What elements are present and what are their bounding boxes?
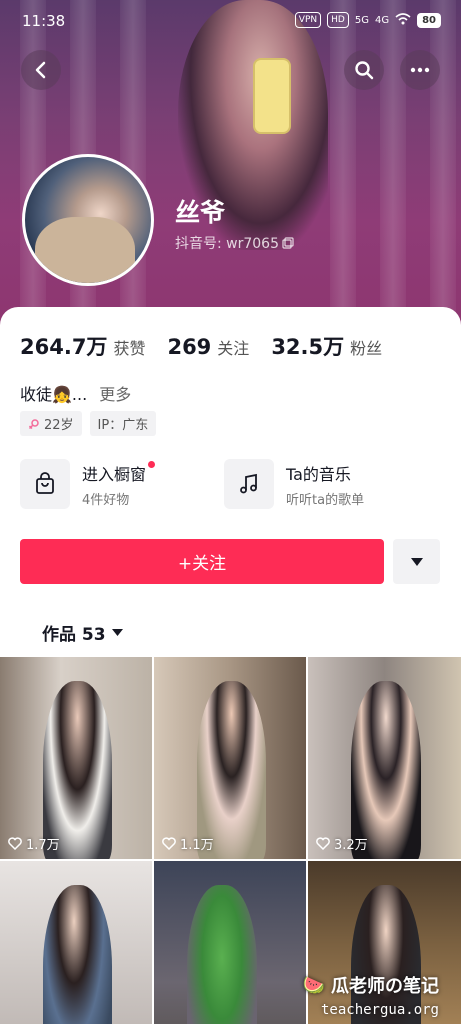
more-options-button[interactable] <box>400 50 440 90</box>
shopping-bag-icon <box>20 459 70 509</box>
follow-button[interactable]: +关注 <box>20 539 384 584</box>
battery-indicator: 80 <box>417 12 441 28</box>
douyin-id-text: 抖音号: wr7065 <box>175 236 280 252</box>
following-label: 关注 <box>217 339 250 358</box>
video-thumbnail[interactable] <box>154 861 306 1024</box>
video-thumbnail[interactable]: 3.2万 <box>308 657 461 859</box>
hd-badge: HD <box>327 12 349 28</box>
watermark: 🍉 瓜老师の笔记 <box>303 972 439 998</box>
vpn-badge: VPN <box>294 12 322 28</box>
signal-4g: 4G <box>374 14 390 26</box>
shop-window-shortcut[interactable]: 进入橱窗 4件好物 <box>20 459 190 509</box>
music-subtitle: 听听ta的歌单 <box>286 492 365 508</box>
profile-stats: 264.7万 获赞 269 关注 32.5万 粉丝 <box>20 331 404 361</box>
chevron-left-icon <box>35 61 46 79</box>
copy-icon <box>282 237 294 249</box>
douyin-id[interactable]: 抖音号: wr7065 <box>175 233 294 253</box>
video-figure <box>187 885 258 1024</box>
profile-tags: 22岁 IP：广东 <box>20 411 157 436</box>
background-curtain <box>430 0 456 340</box>
background-curtain <box>330 0 356 340</box>
video-thumbnail[interactable]: 1.1万 <box>154 657 306 859</box>
video-likes: 1.1万 <box>162 834 214 853</box>
video-thumbnail[interactable] <box>0 861 152 1024</box>
shop-window-title: 进入橱窗 <box>82 460 156 485</box>
followers-count[interactable]: 32.5万 <box>271 331 344 361</box>
cover-photo-phone <box>253 58 291 134</box>
status-time: 11:38 <box>22 12 66 30</box>
bio-more-link[interactable]: 更多 <box>99 381 131 405</box>
heart-icon <box>316 837 330 850</box>
video-grid: 1.7万 1.1万 3.2万 <box>0 657 461 1024</box>
profile-header: 11:38 VPN HD 5G 4G 80 丝爷 抖音号: wr7065 <box>0 0 461 340</box>
wifi-icon <box>395 12 411 28</box>
shop-window-title-text: 进入橱窗 <box>82 464 147 484</box>
watermelon-icon: 🍉 <box>302 974 325 996</box>
video-figure <box>42 885 113 1024</box>
notification-dot <box>148 460 156 468</box>
signal-5g: 5G <box>354 14 369 26</box>
video-thumbnail[interactable]: 1.7万 <box>0 657 152 859</box>
age-tag: 22岁 <box>20 411 82 436</box>
watermark-title: 瓜老师の笔记 <box>331 976 439 997</box>
avatar[interactable] <box>22 154 154 286</box>
video-figure <box>196 681 267 859</box>
video-thumbnail[interactable] <box>308 861 461 1024</box>
video-likes: 3.2万 <box>316 834 368 853</box>
recommend-dropdown-button[interactable] <box>393 539 440 584</box>
video-likes: 1.7万 <box>8 834 60 853</box>
shop-window-subtitle: 4件好物 <box>82 492 130 508</box>
video-likes-count: 1.1万 <box>180 838 214 853</box>
music-title: Ta的音乐 <box>286 464 351 484</box>
back-button[interactable] <box>21 50 61 90</box>
heart-icon <box>8 837 22 850</box>
search-button[interactable] <box>344 50 384 90</box>
likes-label: 获赞 <box>113 339 146 358</box>
video-likes-count: 1.7万 <box>26 838 60 853</box>
video-figure <box>350 681 422 859</box>
bio: 收徒👧... 更多 <box>20 381 131 405</box>
ip-tag: IP：广东 <box>89 411 157 436</box>
followers-label: 粉丝 <box>350 339 383 358</box>
following-count[interactable]: 269 <box>167 335 211 359</box>
bio-text: 收徒👧... <box>20 385 88 404</box>
status-bar: 11:38 VPN HD 5G 4G 80 <box>0 0 461 40</box>
shortcuts: 进入橱窗 4件好物 Ta的音乐 听听ta的歌单 <box>20 459 394 509</box>
search-icon <box>355 61 374 80</box>
likes-count[interactable]: 264.7万 <box>20 331 107 361</box>
profile-name: 丝爷 <box>175 198 226 227</box>
background-curtain <box>380 0 406 340</box>
video-likes-count: 3.2万 <box>334 838 368 853</box>
age-tag-text: 22岁 <box>44 418 74 433</box>
tab-works[interactable]: 作品 53 <box>42 620 123 645</box>
video-figure <box>42 681 113 859</box>
caret-down-icon <box>111 628 123 636</box>
heart-icon <box>162 837 176 850</box>
watermark-site: teachergua.org <box>320 1002 439 1018</box>
avatar-figure <box>35 217 135 283</box>
tab-works-label: 作品 53 <box>42 625 106 645</box>
more-dots-icon <box>410 67 430 73</box>
female-icon <box>28 418 39 429</box>
music-shortcut[interactable]: Ta的音乐 听听ta的歌单 <box>224 459 394 509</box>
caret-down-icon <box>410 557 423 566</box>
status-icons: VPN HD 5G 4G 80 <box>294 12 441 28</box>
music-note-icon <box>224 459 274 509</box>
